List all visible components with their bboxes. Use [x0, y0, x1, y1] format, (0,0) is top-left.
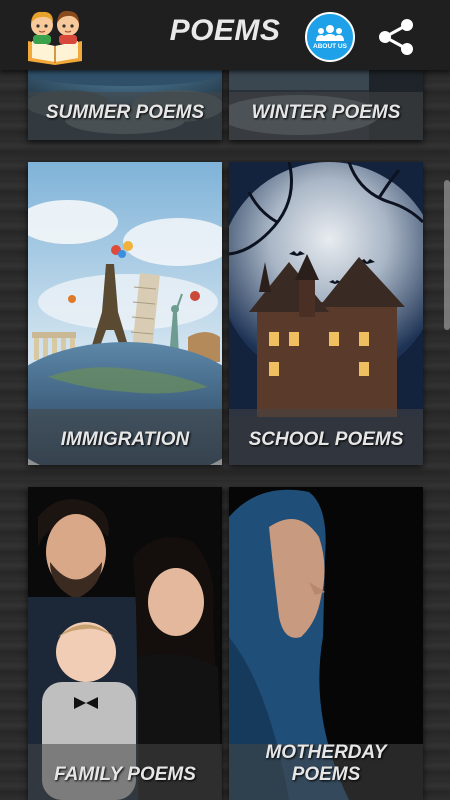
about-us-label: ABOUT US: [313, 43, 347, 50]
category-label: WINTER POEMS: [251, 102, 401, 123]
category-label: FAMILY POEMS: [54, 764, 196, 785]
category-grid: SUMMER POEMS WINTER POEMS IMMIGRATION SC…: [0, 60, 450, 800]
category-card-family[interactable]: FAMILY POEMS: [28, 487, 222, 800]
category-card-immigration[interactable]: IMMIGRATION: [28, 162, 222, 465]
category-card-school[interactable]: SCHOOL POEMS: [229, 162, 423, 465]
category-label: SCHOOL POEMS: [248, 429, 404, 450]
app-bar: POEMS ABOUT US: [0, 0, 450, 70]
group-icon: [316, 25, 344, 41]
category-label: IMMIGRATION: [60, 429, 190, 450]
share-icon[interactable]: [375, 15, 419, 59]
category-label: MOTHERDAY POEMS: [265, 742, 387, 785]
about-us-button[interactable]: ABOUT US: [305, 12, 355, 62]
category-card-winter[interactable]: WINTER POEMS: [229, 60, 423, 140]
category-card-motherday[interactable]: MOTHERDAY POEMS: [229, 487, 423, 800]
category-card-summer[interactable]: SUMMER POEMS: [28, 60, 222, 140]
category-label: SUMMER POEMS: [45, 102, 205, 123]
scrollbar[interactable]: [444, 180, 450, 330]
